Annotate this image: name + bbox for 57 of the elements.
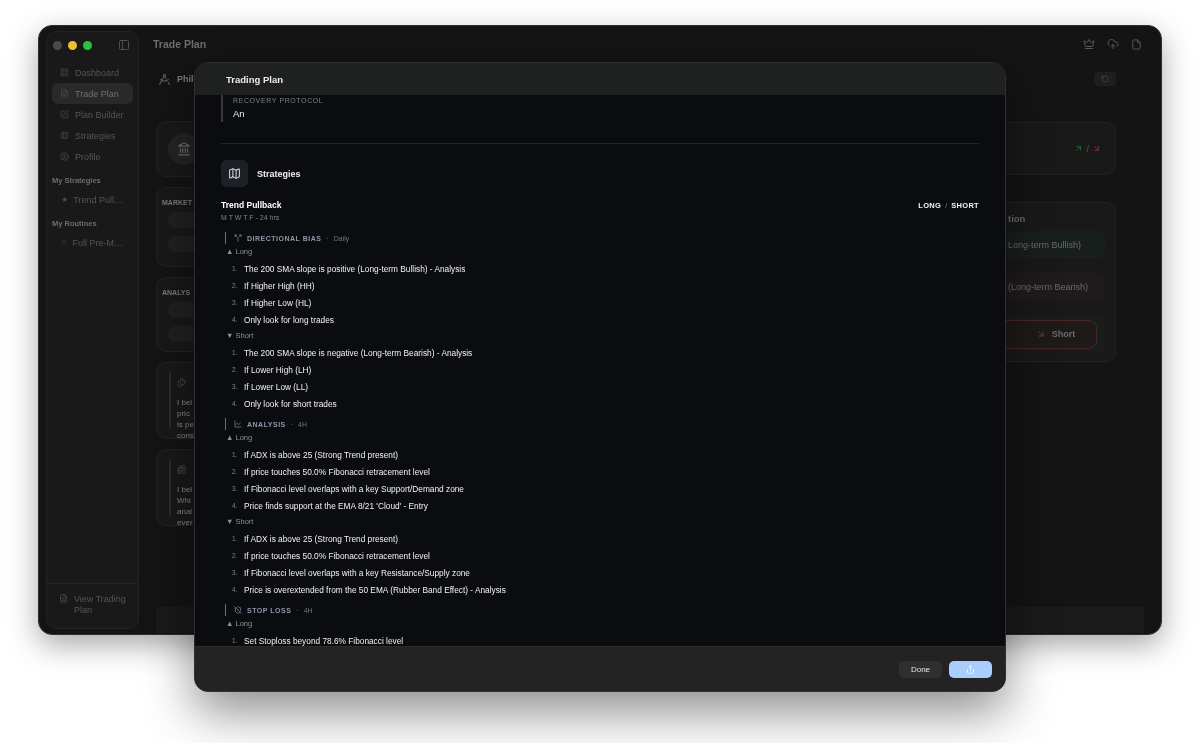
rule-text: Set Stoploss beyond 78.6% Fibonacci level bbox=[244, 635, 404, 646]
card-title: tion bbox=[1007, 213, 1027, 224]
condition-option[interactable]: Long-term Bullish) bbox=[1006, 231, 1105, 258]
document-icon bbox=[59, 594, 68, 603]
rule-text: If price touches 50.0% Fibonacci retracement level bbox=[244, 466, 430, 477]
crown-icon[interactable] bbox=[1083, 38, 1095, 50]
sidebar-item[interactable]: Trade Plan bbox=[52, 83, 133, 104]
pen-icon bbox=[60, 110, 69, 119]
separator-text: / bbox=[1086, 143, 1089, 154]
rule-text: Only look for short trades bbox=[244, 398, 337, 409]
down-arrow-icon bbox=[1035, 329, 1046, 339]
share-icon bbox=[966, 664, 975, 674]
documents-icon bbox=[177, 378, 186, 387]
rule-text: If Lower Low (LL) bbox=[244, 381, 309, 392]
newspaper-icon bbox=[177, 465, 186, 474]
zoom-button[interactable] bbox=[83, 40, 92, 50]
line-chart-icon bbox=[234, 420, 242, 428]
dialog-title: Trading Plan bbox=[226, 73, 283, 85]
map-icon bbox=[221, 160, 248, 187]
document-icon[interactable] bbox=[1131, 38, 1142, 50]
user-icon bbox=[60, 152, 69, 161]
rule-text: If price touches 50.0% Fibonacci retracement level bbox=[244, 550, 430, 561]
rule-text: If Fibonacci level overlaps with a key Support/Demand zone bbox=[244, 483, 464, 494]
rule-text: If Higher Low (HL) bbox=[244, 297, 312, 308]
down-arrow-icon bbox=[1092, 144, 1101, 153]
rule-text: Only look for long trades bbox=[244, 314, 334, 325]
refresh-icon bbox=[1101, 75, 1109, 83]
grid-icon bbox=[60, 68, 69, 77]
cloud-icon[interactable] bbox=[1107, 38, 1119, 50]
done-button[interactable]: Done bbox=[899, 660, 942, 678]
rule-text: If Fibonacci level overlaps with a key Resistance/Supply zone bbox=[244, 567, 470, 578]
refresh-button[interactable] bbox=[1094, 72, 1116, 86]
fork-icon bbox=[234, 234, 242, 242]
up-arrow-icon bbox=[1074, 144, 1084, 153]
section-title: Strategies bbox=[257, 168, 301, 179]
window-title: Trade Plan bbox=[153, 38, 207, 50]
compass-icon bbox=[158, 72, 171, 86]
rule-text: Price finds support at the EMA 8/21 'Cloud' - Entry bbox=[244, 500, 428, 511]
page-heading: Phil bbox=[177, 74, 194, 84]
condition-option[interactable]: (Long-term Bearish) bbox=[1006, 273, 1105, 300]
map-icon bbox=[60, 131, 69, 140]
star-icon bbox=[62, 195, 68, 204]
rule-text: Price is overextended from the 50 EMA (Rubber Band Effect) - Analysis bbox=[244, 584, 506, 595]
minimize-button[interactable] bbox=[68, 40, 77, 50]
rule-text: If ADX is above 25 (Strong Trend present) bbox=[244, 449, 399, 460]
document-icon bbox=[60, 89, 69, 98]
close-button[interactable] bbox=[53, 40, 62, 50]
sidebar-toggle-icon[interactable] bbox=[118, 39, 130, 51]
rule-text: The 200 SMA slope is positive (Long-term Bullish) - Analysis bbox=[244, 263, 466, 274]
crossed-shield-icon bbox=[234, 606, 242, 614]
rule-text: If Lower High (LH) bbox=[244, 364, 312, 375]
rule-text: If ADX is above 25 (Strong Trend present) bbox=[244, 533, 399, 544]
rule-text: If Higher High (HH) bbox=[244, 280, 315, 291]
rule-text: The 200 SMA slope is negative (Long-term Bearish) - Analysis bbox=[244, 347, 473, 358]
field-value: An bbox=[233, 108, 246, 119]
strategy-name: Trend Pullback bbox=[221, 200, 282, 210]
share-button[interactable] bbox=[949, 660, 992, 678]
